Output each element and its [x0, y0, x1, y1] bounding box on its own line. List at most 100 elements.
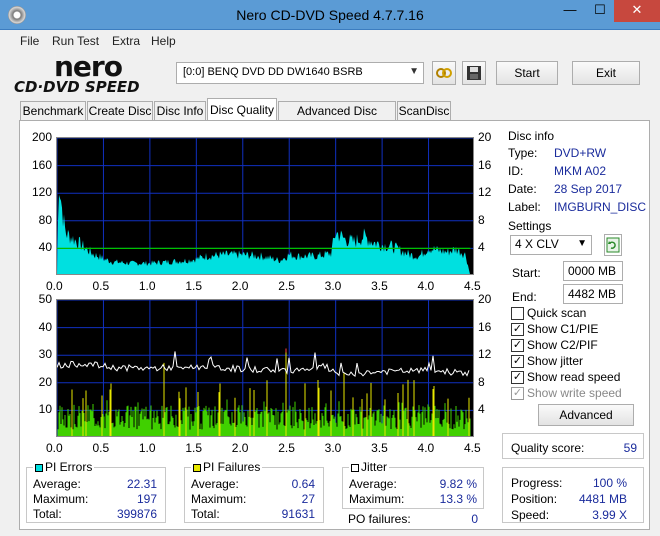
chevron-down-icon: ▼ [577, 238, 587, 249]
y-left-tick-label: 10 [38, 402, 52, 417]
quick-scan-checkbox[interactable] [511, 307, 524, 320]
tab-disc-quality[interactable]: Disc Quality [207, 98, 277, 122]
pi-failures-swatch [193, 463, 201, 472]
start-button[interactable]: Start [496, 61, 558, 85]
progress-value: 100 % [592, 476, 627, 490]
show-c1-pie-label: Show C1/PIE [527, 322, 599, 336]
y-right-tick-label: 20 [478, 130, 492, 144]
show-read-speed-checkbox[interactable]: ✓ [511, 371, 524, 384]
y-left-tick-label: 160 [31, 157, 52, 172]
x-tick-label: 3.0 [324, 279, 342, 293]
disc-date-value: 28 Sep 2017 [554, 182, 623, 196]
start-input[interactable]: 0000 MB [563, 261, 623, 281]
pi-errors-title-text: PI Errors [45, 460, 93, 474]
pi-failures-total-label: Total: [191, 507, 220, 521]
disc-date-label: Date: [508, 182, 537, 196]
end-input[interactable]: 4482 MB [563, 284, 623, 304]
y-right-tick-label: 8 [478, 374, 485, 389]
pi-errors-maximum-label: Maximum: [33, 492, 89, 506]
x-tick-label: 4.0 [417, 441, 435, 455]
quick-scan-label: Quick scan [527, 306, 587, 320]
x-tick-label: 1.0 [138, 441, 156, 455]
tab-create-disc[interactable]: Create Disc [87, 101, 153, 121]
speed-select[interactable]: 4 X CLV ▼ [510, 235, 592, 255]
jitter-maximum-label: Maximum: [349, 492, 405, 506]
show-c2-pif-label: Show C2/PIF [527, 338, 598, 352]
advanced-button[interactable]: Advanced [538, 404, 634, 426]
position-label: Position: [511, 492, 558, 506]
speed-select-value: 4 X CLV [515, 237, 559, 251]
pi-errors-chart [56, 137, 474, 275]
show-jitter-checkbox[interactable]: ✓ [511, 355, 524, 368]
chain-icon [436, 68, 452, 78]
pi-errors-swatch [35, 463, 43, 472]
jitter-maximum-value: 13.3 % [439, 492, 477, 506]
exit-button[interactable]: Exit [572, 61, 640, 85]
quality-score-group: Quality score: 59 [502, 433, 644, 459]
disc-label-label: Label: [508, 200, 541, 214]
pi-errors-total-label: Total: [33, 507, 62, 521]
y-left-tick-label: 200 [31, 130, 52, 144]
x-tick-label: 3.0 [324, 441, 342, 455]
menu-extra[interactable]: Extra [112, 34, 140, 48]
pi-failures-title-text: PI Failures [203, 460, 261, 474]
menu-help[interactable]: Help [151, 34, 176, 48]
pi-errors-total-value: 399876 [116, 507, 157, 521]
disc-type-label: Type: [508, 146, 538, 160]
pi-failures-title: PI Failures [191, 460, 263, 474]
disc-quality-panel: Disc info Type: DVD+RW ID: MKM A02 Date:… [19, 120, 650, 530]
pi-failures-group: PI Failures Average: 0.64 Maximum: 27 To… [184, 460, 324, 523]
x-tick-label: 1.5 [185, 279, 203, 293]
pi-failures-total-value: 91631 [281, 507, 315, 521]
show-jitter-label: Show jitter [527, 354, 584, 368]
tab-advanced-disc-quality[interactable]: Advanced Disc Quality [278, 101, 396, 136]
menu-run-test[interactable]: Run Test [52, 34, 99, 48]
pi-failures-maximum-label: Maximum: [191, 492, 247, 506]
y-right-tick-label: 16 [478, 157, 492, 172]
menu-file[interactable]: File [20, 34, 39, 48]
chevron-down-icon: ▼ [409, 66, 419, 77]
jitter-swatch [351, 463, 359, 472]
start-label: Start: [512, 266, 541, 280]
tab-benchmark[interactable]: Benchmark [20, 101, 86, 121]
y-left-tick-label: 50 [38, 292, 52, 306]
disc-info-group: Disc info Type: DVD+RW ID: MKM A02 Date:… [502, 129, 646, 217]
x-tick-label: 1.0 [138, 279, 156, 293]
minimize-button[interactable]: — [555, 0, 585, 22]
y-right-tick-label: 4 [478, 240, 485, 255]
pi-errors-area [57, 194, 470, 274]
tab-scandisc[interactable]: ScanDisc [397, 101, 451, 121]
x-tick-label: 2.0 [231, 441, 249, 455]
jitter-average-label: Average: [349, 477, 397, 491]
quality-score-value: 59 [623, 441, 637, 455]
show-c1-pie-checkbox[interactable]: ✓ [511, 323, 524, 336]
menu-bar: File Run Test Extra Help [0, 31, 660, 51]
x-tick-label: 0.5 [92, 441, 110, 455]
y-left-tick-label: 80 [38, 212, 52, 227]
close-button[interactable]: ✕ [614, 0, 660, 22]
speed-value: 3.99 X [592, 508, 627, 522]
maximize-button[interactable]: ☐ [585, 0, 615, 22]
x-tick-label: 4.0 [417, 279, 435, 293]
y-left-tick-label: 40 [38, 240, 52, 255]
title-bar[interactable]: Nero CD-DVD Speed 4.7.7.16 — ☐ ✕ [0, 0, 660, 30]
floppy-icon [467, 66, 481, 80]
tab-disc-info[interactable]: Disc Info [154, 101, 206, 121]
jitter-group: Jitter Average: 9.82 % Maximum: 13.3 % [342, 460, 484, 509]
y-right-tick-label: 8 [478, 212, 485, 227]
jitter-average-value: 9.82 % [439, 477, 477, 491]
drive-info-button[interactable] [432, 61, 456, 85]
y-right-tick-label: 12 [478, 185, 492, 200]
x-tick-label: 0.0 [46, 441, 63, 455]
show-c2-pif-checkbox[interactable]: ✓ [511, 339, 524, 352]
drive-select[interactable]: [0:0] BENQ DVD DD DW1640 BSRB ▼ [176, 62, 424, 84]
pi-errors-average-value: 22.31 [126, 477, 157, 491]
show-read-speed-label: Show read speed [527, 370, 621, 384]
save-button[interactable] [462, 61, 486, 85]
show-write-speed-label: Show write speed [527, 386, 622, 400]
refresh-speed-button[interactable] [604, 234, 622, 256]
x-tick-label: 3.5 [371, 441, 388, 455]
x-tick-label: 2.0 [231, 279, 249, 293]
pi-errors-average-label: Average: [33, 477, 81, 491]
x-tick-label: 2.5 [278, 441, 295, 455]
